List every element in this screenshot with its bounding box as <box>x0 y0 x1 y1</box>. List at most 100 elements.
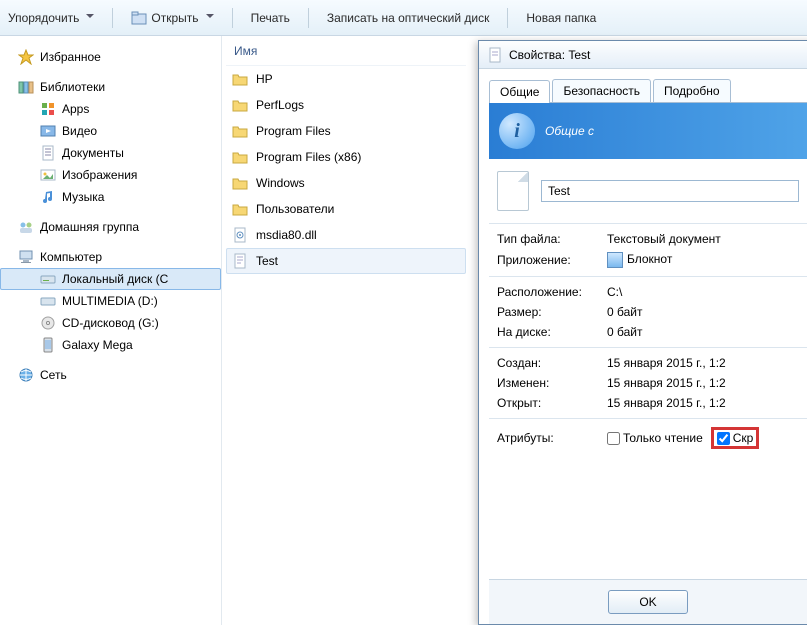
column-header-name[interactable]: Имя <box>226 36 466 66</box>
libraries-node[interactable]: Библиотеки <box>0 76 221 98</box>
app-label: Приложение: <box>497 253 607 267</box>
video-icon <box>40 123 56 139</box>
file-row[interactable]: PerfLogs <box>226 92 466 118</box>
lib-music[interactable]: Музыка <box>0 186 221 208</box>
libraries-icon <box>18 79 34 95</box>
drive-d[interactable]: MULTIMEDIA (D:) <box>0 290 221 312</box>
opened-value: 15 января 2015 г., 1:2 <box>607 396 799 410</box>
folder-icon <box>232 149 248 165</box>
separator <box>308 8 309 28</box>
separator <box>112 8 113 28</box>
lib-video[interactable]: Видео <box>0 120 221 142</box>
lib-images[interactable]: Изображения <box>0 164 221 186</box>
dialog-banner: i Общие с <box>489 103 807 159</box>
text-icon <box>232 253 248 269</box>
phone-icon <box>40 337 56 353</box>
dialog-tabs: Общие Безопасность Подробно <box>489 79 807 103</box>
lib-apps[interactable]: Apps <box>0 98 221 120</box>
dialog-titlebar[interactable]: Свойства: Test <box>479 41 807 69</box>
document-icon <box>497 171 529 211</box>
type-value: Текстовый документ <box>607 232 799 246</box>
tab-general[interactable]: Общие <box>489 80 550 103</box>
music-icon <box>40 189 56 205</box>
modified-label: Изменен: <box>497 376 607 390</box>
dialog-title: Свойства: Test <box>509 48 590 62</box>
drive-g[interactable]: CD-дисковод (G:) <box>0 312 221 334</box>
disk-label: На диске: <box>497 325 607 339</box>
burn-button[interactable]: Записать на оптический диск <box>327 11 490 25</box>
explorer-toolbar: Упорядочить Открыть Печать Записать на о… <box>0 0 807 36</box>
cd-icon <box>40 315 56 331</box>
file-row-test[interactable]: Test <box>226 248 466 274</box>
new-folder-button[interactable]: Новая папка <box>526 11 596 25</box>
open-button[interactable]: Открыть <box>131 10 213 26</box>
network-node[interactable]: Сеть <box>0 364 221 386</box>
navigation-pane: Избранное Библиотеки Apps Видео Документ… <box>0 36 222 625</box>
attributes-label: Атрибуты: <box>497 431 607 445</box>
homegroup-label: Домашняя группа <box>40 220 139 234</box>
created-value: 15 января 2015 г., 1:2 <box>607 356 799 370</box>
separator <box>232 8 233 28</box>
text-icon <box>487 47 503 63</box>
file-row[interactable]: Program Files (x86) <box>226 144 466 170</box>
dll-icon <box>232 227 248 243</box>
favorites-label: Избранное <box>40 50 101 64</box>
tab-details[interactable]: Подробно <box>653 79 731 102</box>
hidden-checkbox[interactable]: Скр <box>717 431 754 445</box>
print-button[interactable]: Печать <box>251 11 290 25</box>
drive-icon <box>40 271 56 287</box>
file-row[interactable]: Windows <box>226 170 466 196</box>
lib-docs[interactable]: Документы <box>0 142 221 164</box>
opened-label: Открыт: <box>497 396 607 410</box>
network-label: Сеть <box>40 368 67 382</box>
folder-icon <box>232 201 248 217</box>
star-icon <box>18 49 34 65</box>
folder-icon <box>232 97 248 113</box>
drive-galaxy[interactable]: Galaxy Mega <box>0 334 221 356</box>
folder-icon <box>232 71 248 87</box>
disk-value: 0 байт <box>607 325 799 339</box>
location-value: C:\ <box>607 285 799 299</box>
homegroup-icon <box>18 219 34 235</box>
computer-label: Компьютер <box>40 250 102 264</box>
computer-icon <box>18 249 34 265</box>
computer-node[interactable]: Компьютер <box>0 246 221 268</box>
readonly-checkbox[interactable]: Только чтение <box>607 431 703 445</box>
favorites-node[interactable]: Избранное <box>0 46 221 68</box>
folder-icon <box>232 175 248 191</box>
filename-input[interactable] <box>541 180 799 202</box>
open-icon <box>131 10 147 26</box>
folder-icon <box>232 123 248 139</box>
documents-icon <box>40 145 56 161</box>
filename-row <box>489 159 807 224</box>
file-row[interactable]: HP <box>226 66 466 92</box>
hidden-highlight: Скр <box>711 427 760 449</box>
size-value: 0 байт <box>607 305 799 319</box>
modified-value: 15 января 2015 г., 1:2 <box>607 376 799 390</box>
dialog-buttons: OK <box>489 579 807 624</box>
file-row[interactable]: Пользователи <box>226 196 466 222</box>
location-label: Расположение: <box>497 285 607 299</box>
organize-menu[interactable]: Упорядочить <box>8 11 94 25</box>
type-label: Тип файла: <box>497 232 607 246</box>
created-label: Создан: <box>497 356 607 370</box>
apps-icon <box>40 101 56 117</box>
ok-button[interactable]: OK <box>608 590 688 614</box>
network-icon <box>18 367 34 383</box>
banner-text: Общие с <box>545 124 594 138</box>
homegroup-node[interactable]: Домашняя группа <box>0 216 221 238</box>
separator <box>507 8 508 28</box>
properties-dialog: Свойства: Test Общие Безопасность Подроб… <box>478 40 807 625</box>
drive-c[interactable]: Локальный диск (C <box>0 268 221 290</box>
drive-icon <box>40 293 56 309</box>
notepad-icon <box>607 252 623 268</box>
info-icon: i <box>499 113 535 149</box>
images-icon <box>40 167 56 183</box>
app-value: Блокнот <box>607 252 799 268</box>
file-row[interactable]: Program Files <box>226 118 466 144</box>
file-row[interactable]: msdia80.dll <box>226 222 466 248</box>
tab-security[interactable]: Безопасность <box>552 79 651 102</box>
size-label: Размер: <box>497 305 607 319</box>
libraries-label: Библиотеки <box>40 80 105 94</box>
file-list: Имя HP PerfLogs Program Files Program Fi… <box>222 36 470 625</box>
